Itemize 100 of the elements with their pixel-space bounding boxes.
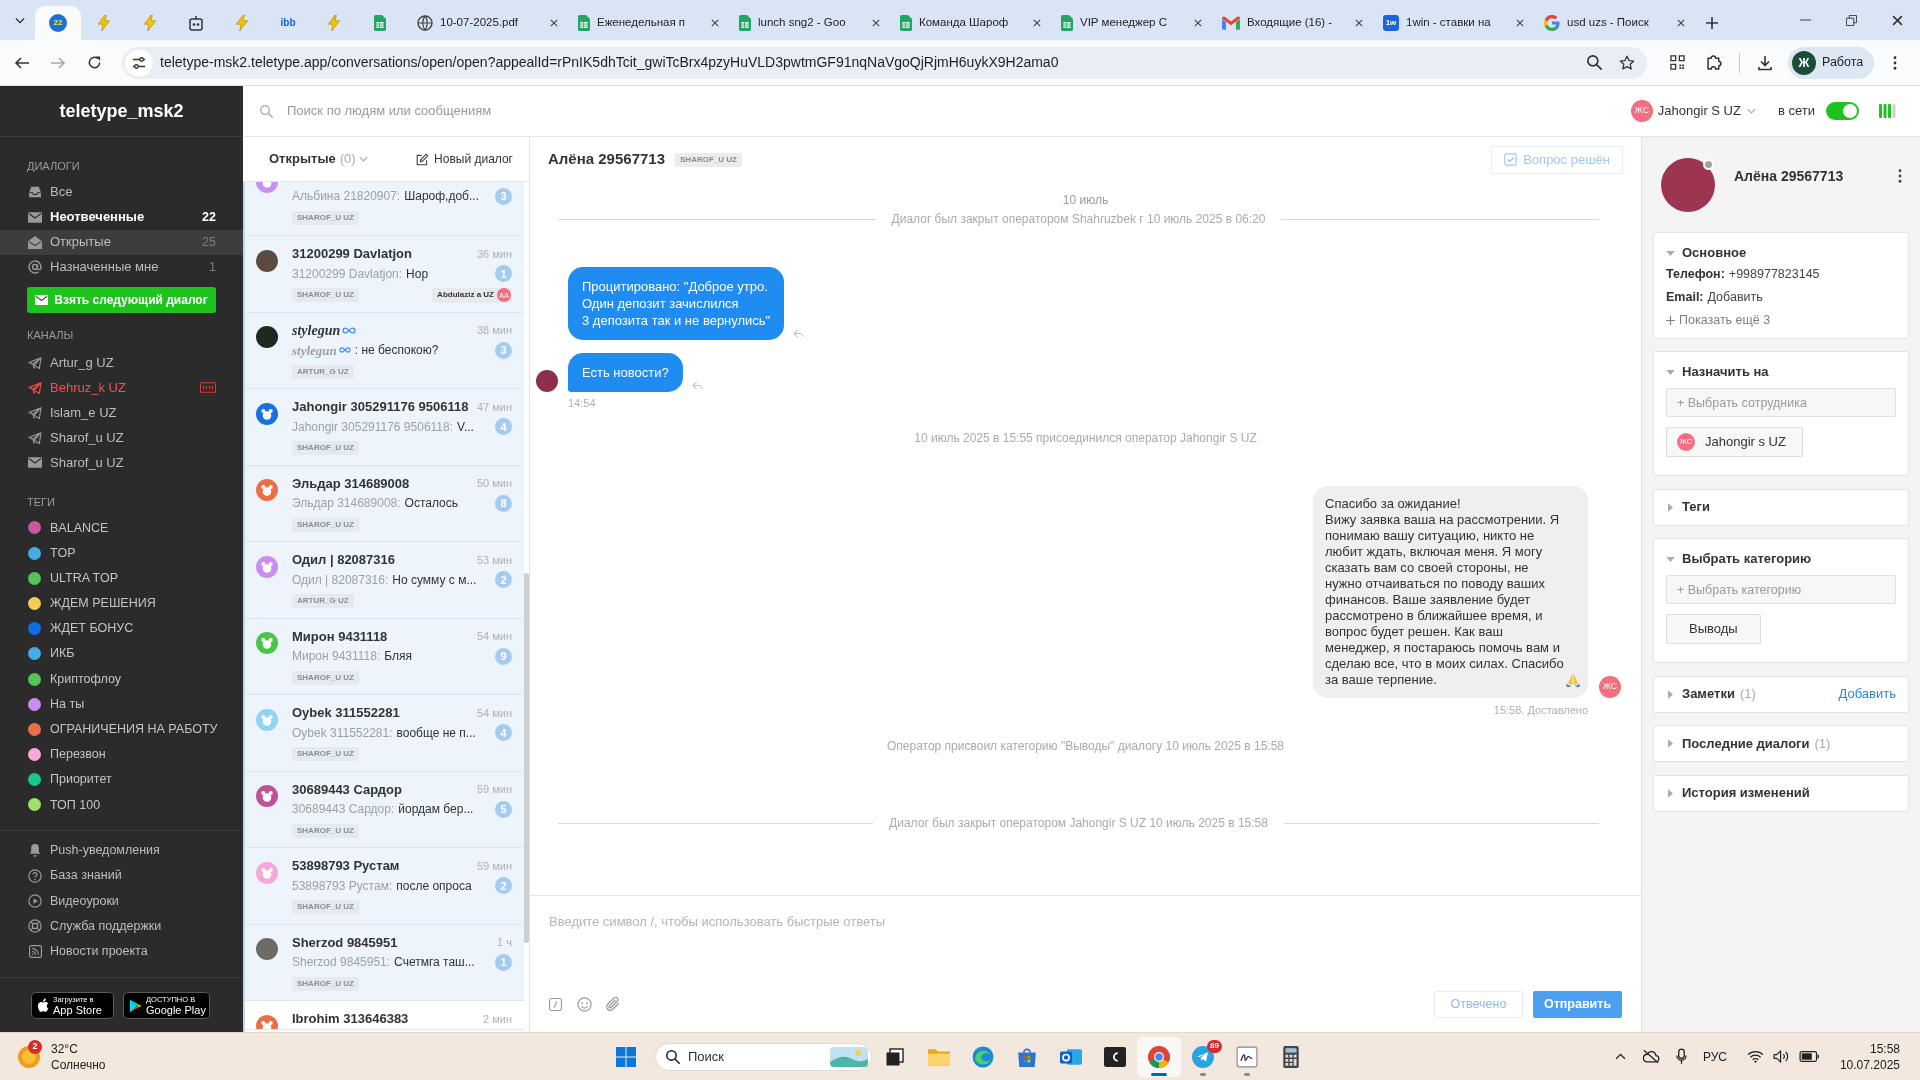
- selected-chip[interactable]: ЖС Jahongir s UZ: [1666, 427, 1803, 458]
- browser-tab[interactable]: 1w 1win - ставки на: [1372, 6, 1533, 40]
- browser-tab[interactable]: Еженедельная п: [567, 6, 728, 40]
- time-label: 54 мин: [476, 705, 512, 721]
- tag-item[interactable]: ТОП 100: [0, 792, 243, 818]
- channel-item[interactable]: Islam_e UZ: [0, 400, 243, 425]
- channel-item[interactable]: Artur_g UZ: [0, 350, 243, 375]
- profile-button[interactable]: Ж Работа: [1788, 46, 1874, 79]
- conversation-item[interactable]: stylegun 38 мин stylegun : не беспокою? 3 ARTUR_G UZ: [245, 312, 524, 390]
- tag-item[interactable]: ЖДЕМ РЕШЕНИЯ: [0, 590, 243, 617]
- browser-tab[interactable]: VIP менеджер С: [1050, 6, 1211, 40]
- section-header[interactable]: Последние диалоги (1): [1666, 726, 1896, 762]
- pinned-tab[interactable]: 22: [35, 6, 81, 40]
- sender-name: Эльдар 314689008:: [292, 495, 401, 513]
- site-info-button[interactable]: [125, 49, 153, 76]
- cloud-off-icon[interactable]: [1641, 1049, 1660, 1064]
- conversation-item[interactable]: Oybek 311552281 54 мин Oybek 311552281: вообще не п... 4 SHAROF_U UZ: [245, 695, 524, 772]
- message-input[interactable]: Введите символ /, чтобы использовать быстрые ответы: [549, 912, 1622, 962]
- sidebar-item[interactable]: Все: [0, 179, 243, 205]
- section-header[interactable]: Основное: [1666, 241, 1896, 265]
- show-more-link[interactable]: Показать ещё 3: [1666, 311, 1771, 330]
- add-link[interactable]: Добавить: [1838, 684, 1896, 704]
- status-toggle[interactable]: [1826, 102, 1859, 120]
- sidebar-item[interactable]: Назначенные мне 1: [0, 254, 243, 280]
- close-icon[interactable]: [1516, 19, 1524, 27]
- browser-tab[interactable]: 10-07-2025.pdf: [406, 6, 567, 40]
- conversation-item[interactable]: Jahongir 305291176 9506118 47 мин Jahongir 305291176 9506118: V... 4 SHAROF_U UZ: [245, 389, 524, 466]
- sidebar-item[interactable]: Открытые 25: [0, 229, 243, 255]
- tag-item[interactable]: BALANCE: [0, 515, 243, 541]
- tag-item[interactable]: ULTRA TOP: [0, 565, 243, 591]
- temperature-text: 32°C: [51, 1040, 79, 1057]
- channel-item[interactable]: Sharof_u UZ: [0, 425, 243, 450]
- taskbar-app[interactable]: 89: [1181, 1036, 1225, 1077]
- tag-item[interactable]: Криптофлоу: [0, 666, 243, 692]
- search-field[interactable]: Поиск по людям или сообщениям: [287, 101, 887, 121]
- round-logo-icon: [1148, 1045, 1170, 1068]
- browser-tab[interactable]: lunch sng2 - Goo: [728, 6, 889, 40]
- sidebar-link[interactable]: Push-уведомления: [0, 837, 243, 863]
- tag-item[interactable]: ИКБ: [0, 641, 243, 667]
- filter-dropdown[interactable]: Открытые (0): [269, 149, 368, 169]
- section-header[interactable]: Выбрать категорию: [1666, 547, 1896, 572]
- channel-tag: ARTUR_G UZ: [292, 364, 354, 379]
- close-icon[interactable]: [1194, 19, 1202, 27]
- slash-command-icon[interactable]: [549, 997, 562, 1011]
- section-header[interactable]: История изменений: [1666, 775, 1896, 811]
- close-icon[interactable]: [1677, 19, 1685, 27]
- conversation-item[interactable]: Sherzod 9845951 1 ч Sherzod 9845951: Счетмга таш... 1 SHAROF_U UZ: [245, 924, 524, 1002]
- smiley-icon[interactable]: [577, 996, 592, 1012]
- tag-item[interactable]: На ты: [0, 691, 243, 717]
- address-bar[interactable]: teletype-msk2.teletype.app/conversations/open/open?appealId=rPnIK5dhTcit_gwiTcBrx4pzyHuVLD3pwtmGF91nqNaVgoQjRjmH6uykX9H2ama0: [122, 46, 1647, 79]
- select-field[interactable]: + Выбрать сотрудника: [1666, 388, 1896, 418]
- sidebar-link[interactable]: База знаний: [0, 862, 243, 889]
- selected-chip[interactable]: Выводы: [1666, 614, 1761, 645]
- question-circle-icon: [28, 868, 42, 883]
- browser-tab[interactable]: usd uzs - Поиск: [1533, 6, 1694, 40]
- new-dialog-button[interactable]: Новый диалог: [416, 150, 513, 168]
- tag-item[interactable]: Перезвон: [0, 742, 243, 768]
- sidebar-link[interactable]: Служба поддержки: [0, 913, 243, 940]
- close-icon[interactable]: [1033, 19, 1041, 27]
- apple-icon: [37, 998, 49, 1013]
- tag-item[interactable]: TOP: [0, 540, 243, 566]
- conversation-item[interactable]: 30689443 Сардор 59 мин 30689443 Сардор: йордам бер... 5 SHAROF_U UZ: [245, 771, 524, 849]
- microphone-icon[interactable]: [1675, 1048, 1687, 1065]
- paperclip-icon[interactable]: [606, 997, 620, 1012]
- scrollbar-thumb[interactable]: [524, 573, 529, 943]
- star-icon: [1619, 54, 1635, 71]
- channel-item[interactable]: Sharof_u UZ: [0, 450, 243, 475]
- profile-avatar: Ж: [1792, 50, 1816, 75]
- conversation-item[interactable]: Эльдар 314689008 50 мин Эльдар 314689008: Осталось 8 SHAROF_U UZ: [245, 465, 524, 543]
- clock-button[interactable]: 15:58 10.07.2025: [1839, 1040, 1900, 1073]
- language-indicator[interactable]: РУС: [1702, 1047, 1727, 1066]
- channel-item[interactable]: Behruz_k UZ: [0, 375, 243, 400]
- close-icon[interactable]: [872, 19, 880, 27]
- sidebar-item[interactable]: Неотвеченные 22: [0, 204, 243, 230]
- close-icon[interactable]: [550, 19, 558, 27]
- conversation-item[interactable]: Одил | 82087316 53 мин Одил | 82087316: Но сумму с м... 2 ARTUR_G UZ: [245, 542, 524, 619]
- conversation-item[interactable]: Мирон 9431118 54 мин Мирон 9431118: Бляя 9 SHAROF_U UZ: [245, 618, 524, 696]
- conversation-item[interactable]: 53898793 Рустам 59 мин 53898793 Рустам: после опроса 2 SHAROF_U UZ: [245, 848, 524, 925]
- operator-menu-button[interactable]: Jahongir S UZ: [1657, 101, 1756, 121]
- tag-item[interactable]: ЖДЕТ БОНУС: [0, 616, 243, 642]
- tag-item[interactable]: ОГРАНИЧЕНИЯ НА РАБОТУ: [0, 716, 243, 742]
- tag-item[interactable]: Приоритет: [0, 767, 243, 793]
- time-label: 59 мин: [476, 782, 512, 798]
- pinned-tab[interactable]: ibb: [265, 6, 311, 40]
- section-header[interactable]: Теги: [1666, 489, 1896, 525]
- folder-icon: [928, 1046, 950, 1067]
- restore-icon: [1845, 14, 1857, 26]
- paper-plane-icon: [28, 381, 42, 394]
- close-icon[interactable]: [711, 19, 719, 27]
- sidebar-link[interactable]: Новости проекта: [0, 939, 243, 965]
- section-header[interactable]: Назначить на: [1666, 360, 1896, 385]
- browser-tab[interactable]: Команда Шароф: [889, 6, 1050, 40]
- select-field[interactable]: + Выбрать категорию: [1666, 575, 1896, 605]
- conversation-item[interactable]: Альбина 21820907: Шароф,доб... 3 SHAROF_U UZ: [245, 182, 524, 237]
- close-icon: [1891, 14, 1903, 26]
- sidebar-link[interactable]: Видеоуроки: [0, 888, 243, 914]
- close-icon[interactable]: [1355, 19, 1363, 27]
- browser-tab[interactable]: Входящие (16) -: [1211, 6, 1372, 40]
- section-header[interactable]: Заметки (1) Добавить: [1666, 676, 1896, 712]
- contact-name: Jahongir 305291176 9506118: [292, 398, 469, 417]
